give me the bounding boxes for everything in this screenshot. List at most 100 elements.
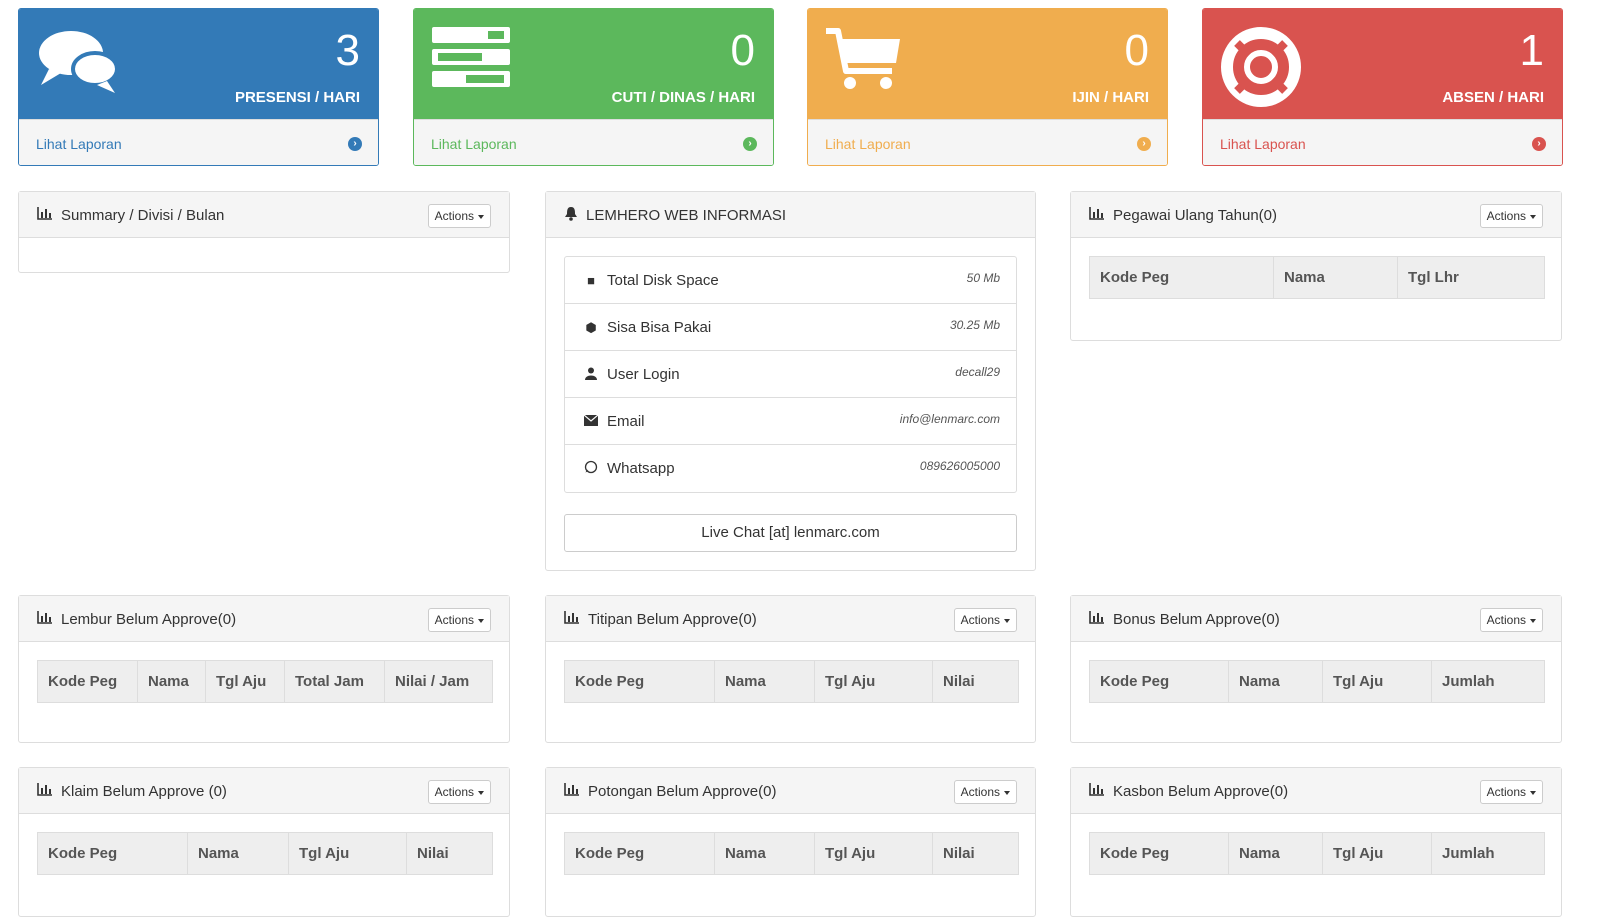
caret-down-icon xyxy=(1004,790,1010,795)
ijin-report-link[interactable]: Lihat Laporan xyxy=(825,136,911,152)
life-ring-icon xyxy=(1219,25,1303,114)
column-header[interactable]: Kode Peg xyxy=(37,660,138,703)
kasbon-panel-header: Kasbon Belum Approve(0) Actions xyxy=(1071,768,1561,814)
bonus-table: Kode Peg Nama Tgl Aju Jumlah xyxy=(1089,660,1545,703)
presensi-report-link[interactable]: Lihat Laporan xyxy=(36,136,122,152)
bonus-actions-button[interactable]: Actions xyxy=(1479,608,1543,632)
presensi-footer[interactable]: Lihat Laporan › xyxy=(19,119,378,165)
bell-icon xyxy=(564,206,578,225)
ijin-card: 0 IJIN / HARI Lihat Laporan › xyxy=(807,8,1168,166)
bar-chart-icon xyxy=(1089,610,1105,628)
column-header[interactable]: Tgl Aju xyxy=(288,832,407,875)
titipan-panel-header: Titipan Belum Approve(0) Actions xyxy=(546,596,1035,642)
cuti-caption: CUTI / DINAS / HARI xyxy=(611,89,755,106)
titipan-actions-button[interactable]: Actions xyxy=(953,608,1017,632)
info-list: ■ Total Disk Space 50 Mb ⬢ Sisa Bisa Pakai… xyxy=(564,256,1017,493)
column-header[interactable]: Kode Peg xyxy=(1089,660,1229,703)
info-label: Whatsapp xyxy=(607,460,675,477)
column-header[interactable]: Tgl Aju xyxy=(205,660,285,703)
column-header[interactable]: Nilai / Jam xyxy=(384,660,493,703)
bonus-panel: Bonus Belum Approve(0) Actions Kode Peg … xyxy=(1070,595,1562,743)
klaim-table: Kode Peg Nama Tgl Aju Nilai xyxy=(37,832,493,875)
lembur-panel-header: Lembur Belum Approve(0) Actions xyxy=(19,596,509,642)
birthday-table: Kode Peg Nama Tgl Lhr xyxy=(1089,256,1545,299)
info-panel-title: LEMHERO WEB INFORMASI xyxy=(586,207,787,224)
absen-card-header: 1 ABSEN / HARI xyxy=(1203,9,1562,119)
column-header[interactable]: Kode Peg xyxy=(1089,832,1229,875)
kasbon-actions-button[interactable]: Actions xyxy=(1479,780,1543,804)
envelope-icon xyxy=(583,414,599,429)
column-header[interactable]: Tgl Aju xyxy=(1322,660,1432,703)
presensi-card-header: 3 PRESENSI / HARI xyxy=(19,9,378,119)
column-header[interactable]: Tgl Aju xyxy=(814,660,933,703)
cuti-footer[interactable]: Lihat Laporan › xyxy=(414,119,773,165)
ijin-footer[interactable]: Lihat Laporan › xyxy=(808,119,1167,165)
absen-report-link[interactable]: Lihat Laporan xyxy=(1220,136,1306,152)
caret-down-icon xyxy=(1530,790,1536,795)
absen-footer[interactable]: Lihat Laporan › xyxy=(1203,119,1562,165)
column-header[interactable]: Nama xyxy=(137,660,206,703)
info-value: 30.25 Mb xyxy=(949,318,1000,332)
presensi-count: 3 xyxy=(335,26,360,75)
summary-panel-title: Summary / Divisi / Bulan xyxy=(61,206,225,224)
cuti-report-link[interactable]: Lihat Laporan xyxy=(431,136,517,152)
summary-actions-button[interactable]: Actions xyxy=(427,204,491,228)
bonus-panel-title: Bonus Belum Approve(0) xyxy=(1113,610,1280,628)
bar-chart-icon xyxy=(1089,206,1105,224)
klaim-panel-header: Klaim Belum Approve (0) Actions xyxy=(19,768,509,814)
klaim-actions-button[interactable]: Actions xyxy=(427,780,491,804)
column-header[interactable]: Tgl Lhr xyxy=(1397,256,1545,299)
birthday-actions-button[interactable]: Actions xyxy=(1479,204,1543,228)
info-label: Total Disk Space xyxy=(607,272,719,289)
potongan-table: Kode Peg Nama Tgl Aju Nilai xyxy=(564,832,1019,875)
column-header[interactable]: Nama xyxy=(1228,660,1323,703)
arrow-circle-right-icon[interactable]: › xyxy=(1532,137,1546,151)
caret-down-icon xyxy=(478,214,484,219)
column-header[interactable]: Kode Peg xyxy=(564,660,715,703)
shopping-cart-icon xyxy=(824,25,904,102)
info-row-sisa: ⬢ Sisa Bisa Pakai 30.25 Mb xyxy=(565,304,1016,351)
info-value: 089626005000 xyxy=(919,459,1000,473)
potongan-panel-title: Potongan Belum Approve(0) xyxy=(588,782,777,800)
column-header[interactable]: Nama xyxy=(1228,832,1323,875)
column-header[interactable]: Tgl Aju xyxy=(814,832,933,875)
bar-chart-icon xyxy=(37,782,53,800)
column-header[interactable]: Kode Peg xyxy=(1089,256,1274,299)
caret-down-icon xyxy=(1530,214,1536,219)
lembur-actions-button[interactable]: Actions xyxy=(427,608,491,632)
info-row-email: Email info@lenmarc.com xyxy=(565,398,1016,445)
bar-chart-icon xyxy=(37,610,53,628)
column-header[interactable]: Nilai xyxy=(406,832,493,875)
info-row-whatsapp: Whatsapp 089626005000 xyxy=(565,445,1016,492)
lembur-panel-title: Lembur Belum Approve(0) xyxy=(61,610,237,628)
titipan-table: Kode Peg Nama Tgl Aju Nilai xyxy=(564,660,1019,703)
column-header[interactable]: Nama xyxy=(714,660,815,703)
column-header[interactable]: Nilai xyxy=(932,660,1019,703)
tasks-icon xyxy=(430,25,512,96)
column-header[interactable]: Jumlah xyxy=(1431,832,1545,875)
ijin-count: 0 xyxy=(1124,26,1149,75)
arrow-circle-right-icon[interactable]: › xyxy=(348,137,362,151)
hdd-icon: ■ xyxy=(587,273,595,288)
arrow-circle-right-icon[interactable]: › xyxy=(743,137,757,151)
caret-down-icon xyxy=(1530,618,1536,623)
cuti-count: 0 xyxy=(730,26,755,75)
column-header[interactable]: Jumlah xyxy=(1431,660,1545,703)
column-header[interactable]: Nama xyxy=(187,832,289,875)
info-panel-header: LEMHERO WEB INFORMASI xyxy=(546,192,1035,238)
column-header[interactable]: Nilai xyxy=(932,832,1019,875)
kasbon-panel: Kasbon Belum Approve(0) Actions Kode Peg… xyxy=(1070,767,1562,917)
info-row-user: User Login decall29 xyxy=(565,351,1016,398)
live-chat-button[interactable]: Live Chat [at] lenmarc.com xyxy=(564,514,1017,552)
potongan-actions-button[interactable]: Actions xyxy=(953,780,1017,804)
info-value: info@lenmarc.com xyxy=(899,412,1000,426)
column-header[interactable]: Kode Peg xyxy=(564,832,715,875)
column-header[interactable]: Nama xyxy=(714,832,815,875)
column-header[interactable]: Total Jam xyxy=(284,660,385,703)
column-header[interactable]: Nama xyxy=(1273,256,1398,299)
klaim-panel-title: Klaim Belum Approve (0) xyxy=(61,782,227,800)
arrow-circle-right-icon[interactable]: › xyxy=(1137,137,1151,151)
caret-down-icon xyxy=(478,618,484,623)
column-header[interactable]: Kode Peg xyxy=(37,832,188,875)
column-header[interactable]: Tgl Aju xyxy=(1322,832,1432,875)
